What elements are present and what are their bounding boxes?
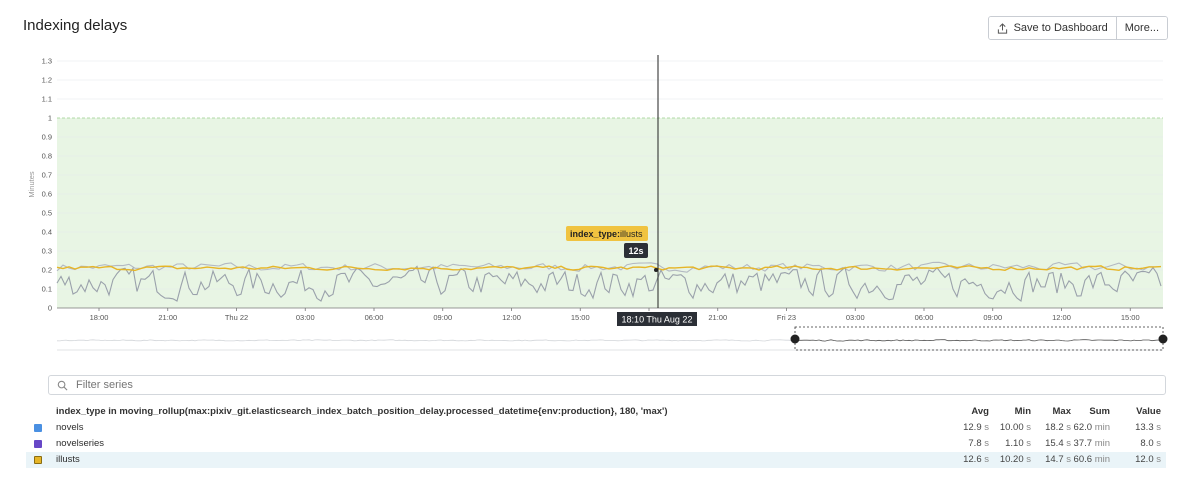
indexing-delays-chart[interactable]: 0 0.1 0.2 0.3 0.4 0.5 0.6 0.7 0.8 0.9 1 1.1 1.2 1.3 18…: [0, 50, 1200, 360]
y-tick-label: 0.1: [42, 285, 52, 294]
overview-selection[interactable]: [794, 326, 1164, 351]
series-name: novels: [56, 422, 84, 433]
cursor-time-label: 18:10 Thu Aug 22: [622, 315, 693, 325]
cursor-point: [654, 268, 658, 272]
y-tick-label: 0.4: [42, 228, 52, 237]
col-sum[interactable]: Sum: [1060, 404, 1110, 420]
legend-header-row: index_type in moving_rollup(max:pixiv_gi…: [26, 404, 1166, 420]
brush-handle-left[interactable]: [790, 334, 800, 344]
x-tick-label: Thu 22: [225, 313, 248, 322]
x-tick-label: 09:00: [983, 313, 1002, 322]
x-tick-label: 03:00: [296, 313, 315, 322]
series-color-swatch: [34, 456, 42, 464]
filter-series-box[interactable]: [48, 375, 1166, 395]
y-tick-label: 1.3: [42, 57, 52, 66]
widget-actions: Save to Dashboard More...: [987, 16, 1168, 40]
series-name: novelseries: [56, 438, 105, 449]
current-value: 13.3 s: [1135, 422, 1161, 433]
sum-value: 37.7 min: [1073, 438, 1110, 449]
y-tick-label: 0.5: [42, 209, 52, 218]
sum-value: 60.6 min: [1073, 454, 1110, 465]
search-icon: [57, 380, 68, 390]
legend-row-illusts[interactable]: illusts 12.6 s 10.20 s 14.7 s 60.6 min 1…: [26, 452, 1166, 468]
widget-title: Indexing delays: [23, 17, 128, 34]
x-tick-label: 18:00: [90, 313, 109, 322]
legend-row-novels[interactable]: novels 12.9 s 10.00 s 18.2 s 62.0 min 13…: [26, 420, 1166, 436]
series-name: illusts: [56, 454, 80, 465]
x-tick-label: 15:00: [571, 313, 590, 322]
current-value: 8.0 s: [1140, 438, 1161, 449]
y-tick-label: 0.8: [42, 152, 52, 161]
x-tick-label: 06:00: [915, 313, 934, 322]
y-tick-label: 0.9: [42, 133, 52, 142]
sum-value: 62.0 min: [1073, 422, 1110, 433]
col-value[interactable]: Value: [1111, 404, 1161, 420]
export-icon: [997, 22, 1007, 34]
y-tick-label: 1.2: [42, 76, 52, 85]
x-tick-label: 21:00: [158, 313, 177, 322]
series-legend: index_type in moving_rollup(max:pixiv_gi…: [26, 404, 1166, 468]
y-tick-label: 0.7: [42, 171, 52, 180]
legend-row-novelseries[interactable]: novelseries 7.8 s 1.10 s 15.4 s 37.7 min…: [26, 436, 1166, 452]
y-tick-label: 1.1: [42, 95, 52, 104]
x-tick-label: 09:00: [433, 313, 452, 322]
y-axis-label: Minutes: [27, 171, 36, 198]
y-tick-label: 1: [48, 114, 52, 123]
tooltip-value-label: 12s: [628, 246, 643, 256]
brush-handle-right[interactable]: [1158, 334, 1168, 344]
y-tick-label: 0.3: [42, 247, 52, 256]
more-label: More...: [1124, 22, 1159, 34]
filter-series-input[interactable]: [74, 378, 978, 392]
y-tick-label: 0.6: [42, 190, 52, 199]
tooltip-series-label: index_type:illusts: [570, 229, 643, 239]
x-tick-label: Fri 23: [777, 313, 796, 322]
more-button[interactable]: More...: [1115, 17, 1167, 39]
overview-line-faded: [56, 339, 796, 342]
x-tick-label: 03:00: [846, 313, 865, 322]
save-to-dashboard-button[interactable]: Save to Dashboard: [988, 17, 1116, 39]
x-tick-label: 21:00: [708, 313, 727, 322]
x-tick-label: 12:00: [1052, 313, 1071, 322]
x-tick-label: 15:00: [1121, 313, 1140, 322]
series-color-swatch: [34, 440, 42, 448]
x-tick-label: 12:00: [502, 313, 521, 322]
save-to-dashboard-label: Save to Dashboard: [1013, 22, 1108, 34]
current-value: 12.0 s: [1135, 454, 1161, 465]
y-tick-label: 0: [48, 304, 52, 313]
series-color-swatch: [34, 424, 42, 432]
y-tick-label: 0.2: [42, 266, 52, 275]
x-tick-label: 06:00: [365, 313, 384, 322]
legend-query: index_type in moving_rollup(max:pixiv_gi…: [56, 406, 668, 417]
overview-line-selected: [794, 339, 1162, 342]
